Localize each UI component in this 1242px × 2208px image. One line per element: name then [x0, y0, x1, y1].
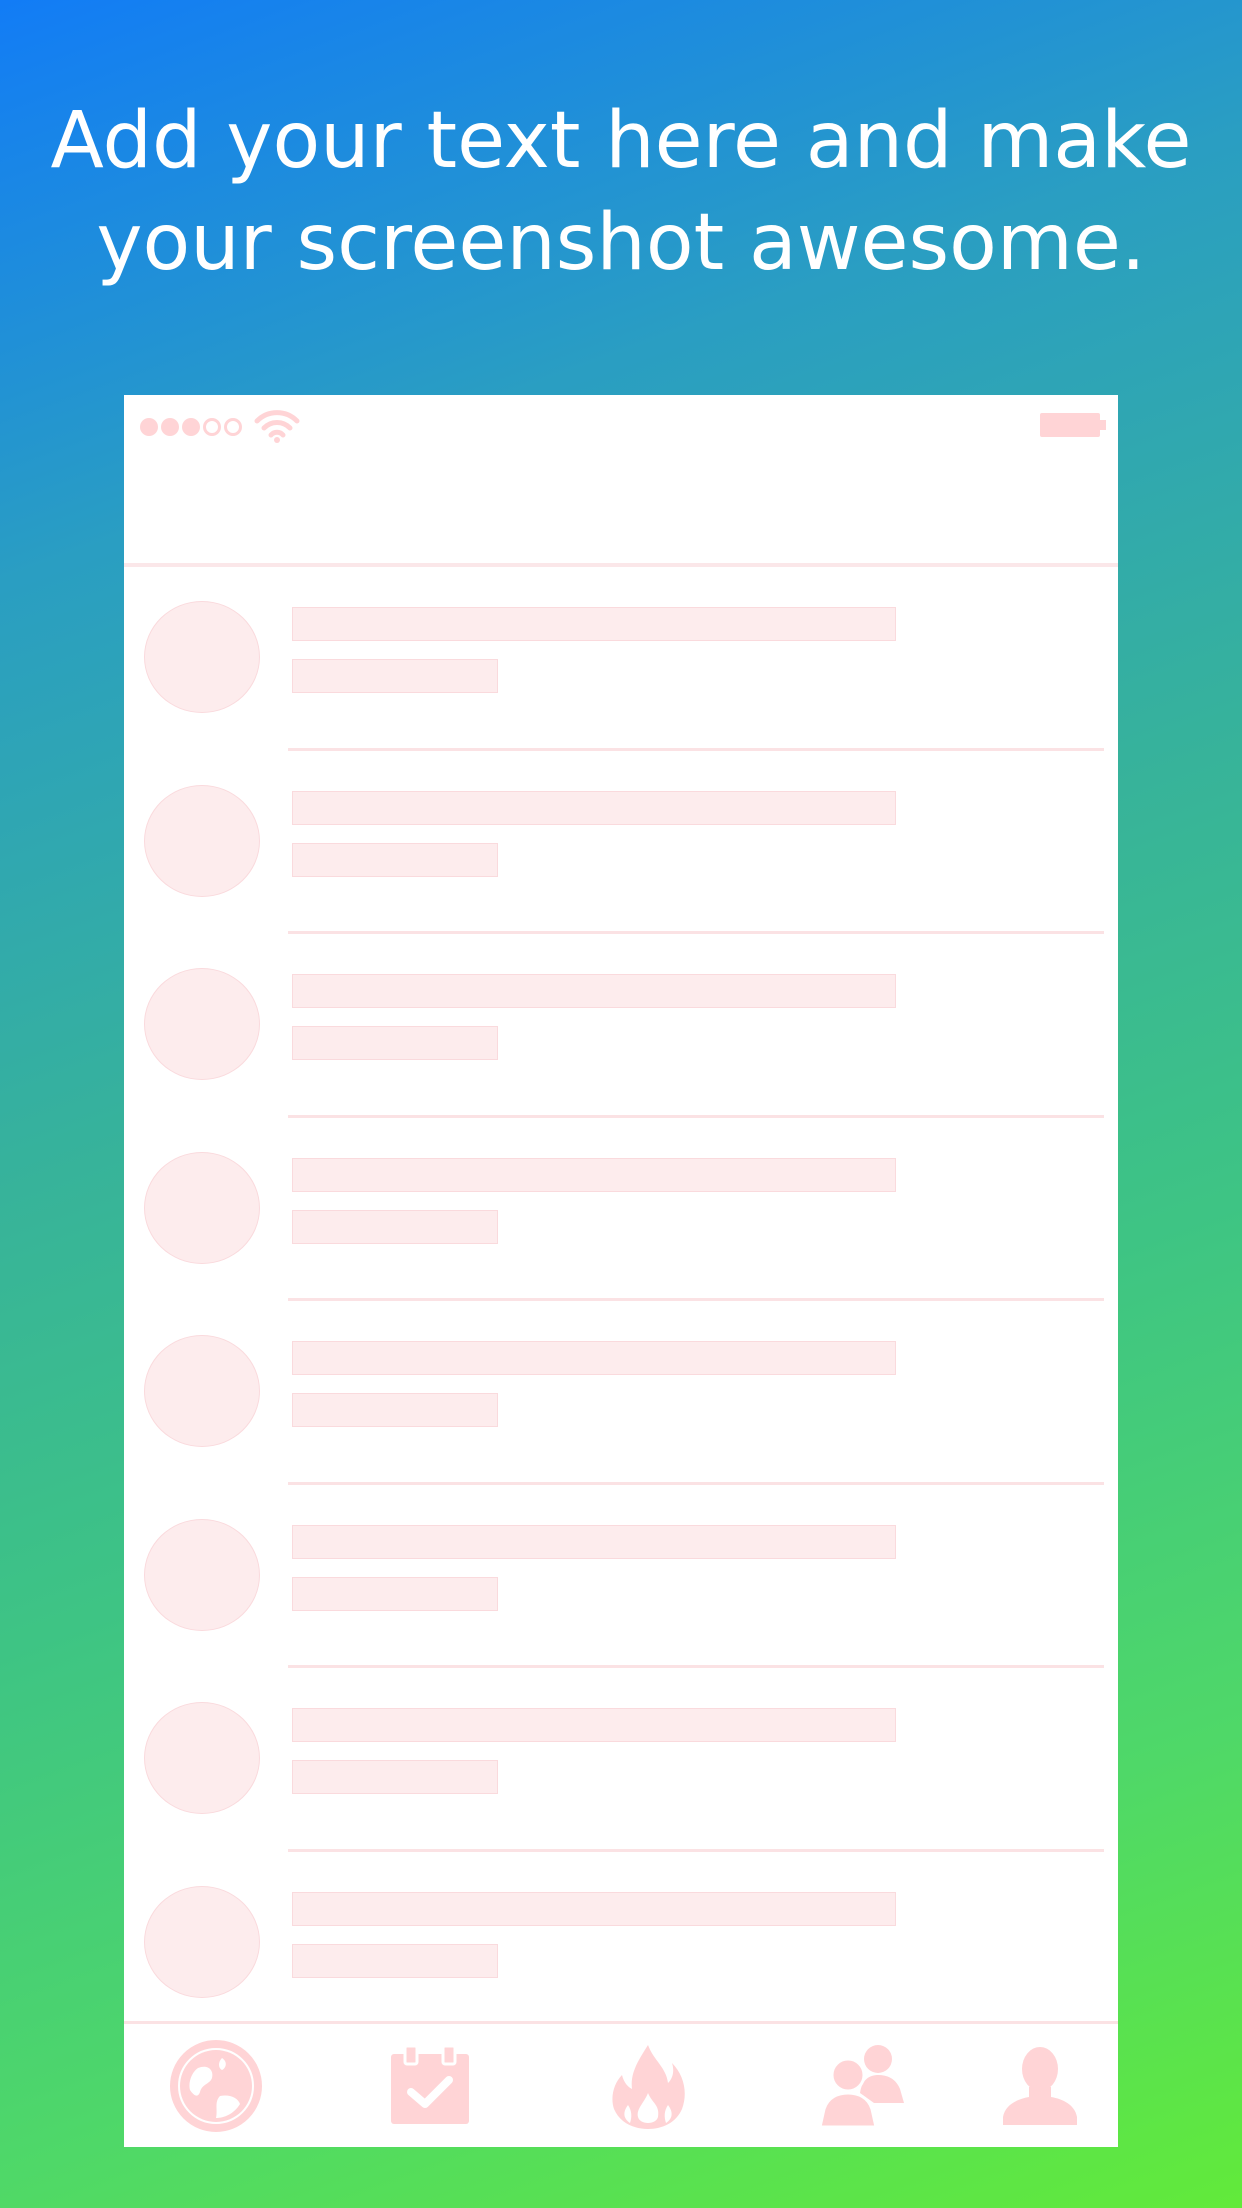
avatar-placeholder: [144, 1702, 260, 1814]
subtitle-placeholder: [292, 1576, 498, 1611]
avatar-placeholder: [144, 1518, 260, 1631]
subtitle-placeholder: [292, 1943, 498, 1978]
tab-fire[interactable]: [598, 2038, 698, 2134]
list-item[interactable]: [124, 1301, 1118, 1485]
title-placeholder: [292, 1524, 896, 1559]
subtitle-placeholder: [292, 842, 498, 877]
signal-dots-icon: [140, 418, 242, 436]
fire-icon: [612, 2045, 685, 2129]
list-item[interactable]: [124, 1852, 1118, 2036]
navigation-bar: [124, 455, 1118, 563]
phone-screen: [124, 395, 1118, 2147]
list-item[interactable]: [124, 751, 1118, 934]
title-placeholder: [292, 1891, 896, 1926]
group-icon: [818, 2045, 904, 2129]
list-item[interactable]: [124, 1668, 1118, 1852]
title-placeholder: [292, 1157, 896, 1192]
globe-icon: [170, 2040, 262, 2132]
signal-dot: [161, 418, 179, 436]
avatar-placeholder: [144, 1335, 260, 1447]
list-item[interactable]: [124, 1485, 1118, 1668]
avatar-placeholder: [144, 784, 260, 897]
subtitle-placeholder: [292, 1393, 498, 1427]
avatar-placeholder: [144, 601, 260, 713]
avatar-placeholder: [144, 1151, 260, 1264]
title-placeholder: [292, 790, 896, 825]
avatar-placeholder: [144, 1885, 260, 1998]
subtitle-placeholder: [292, 1760, 498, 1794]
tab-globe[interactable]: [166, 2038, 266, 2134]
user-icon: [1003, 2047, 1077, 2125]
subtitle-placeholder: [292, 1026, 498, 1060]
signal-dot: [224, 418, 242, 436]
battery-icon: [1040, 413, 1106, 437]
signal-dot: [203, 418, 221, 436]
calendar-check-icon: [391, 2046, 469, 2124]
title-placeholder: [292, 1341, 896, 1375]
tab-bar: [124, 2021, 1118, 2147]
tab-group[interactable]: [814, 2038, 914, 2134]
signal-dot: [140, 418, 158, 436]
tab-profile[interactable]: [990, 2038, 1090, 2134]
subtitle-placeholder: [292, 659, 498, 693]
headline: Add your text here and make your screens…: [0, 90, 1242, 294]
title-placeholder: [292, 607, 896, 641]
avatar-placeholder: [144, 968, 260, 1080]
title-placeholder: [292, 1708, 896, 1742]
content-list: [124, 567, 1118, 2035]
status-bar: [124, 395, 1118, 455]
tab-calendar[interactable]: [380, 2038, 480, 2134]
list-item[interactable]: [124, 934, 1118, 1118]
signal-dot: [182, 418, 200, 436]
headline-line-1: Add your text here and make: [50, 96, 1192, 186]
subtitle-placeholder: [292, 1209, 498, 1244]
list-item[interactable]: [124, 1118, 1118, 1301]
headline-line-2: your screenshot awesome.: [96, 198, 1146, 288]
title-placeholder: [292, 974, 896, 1008]
list-item[interactable]: [124, 567, 1118, 751]
wifi-icon: [254, 410, 300, 443]
